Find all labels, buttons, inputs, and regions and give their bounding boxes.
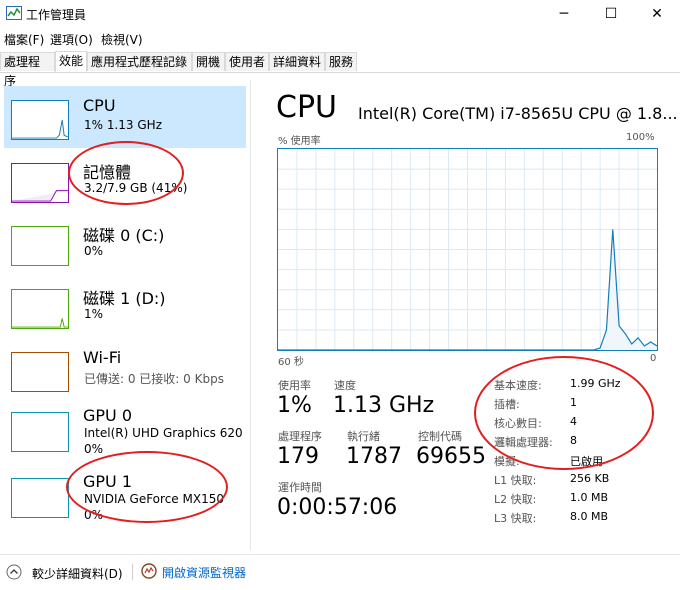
close-button[interactable]: ✕ <box>634 0 680 28</box>
menu-options[interactable]: 選項(O) <box>50 31 93 48</box>
graph-x-left-label: 60 秒 <box>278 357 304 368</box>
usage-value: 1% <box>277 393 312 418</box>
task-manager-icon <box>6 6 22 20</box>
graph-x-right-label: 0 <box>650 353 657 364</box>
cpu-thumbnail-graph <box>11 100 69 140</box>
gpu0-thumbnail-graph <box>11 412 69 452</box>
tab-performance[interactable]: 效能 <box>55 51 87 72</box>
tab-processes[interactable]: 處理程序 <box>0 52 55 88</box>
sidebar-item-title: CPU <box>83 96 116 115</box>
tab-startup[interactable]: 開機 <box>192 52 225 71</box>
sidebar-item-wifi[interactable]: Wi-Fi 已傳送: 0 已接收: 0 Kbps <box>4 338 246 400</box>
tab-app-history[interactable]: 應用程式歷程記錄 <box>87 52 192 71</box>
detail-label-l3-cache: L3 快取: <box>494 512 537 525</box>
page-title: CPU <box>276 90 337 125</box>
minimize-button[interactable]: ─ <box>541 0 587 28</box>
detail-value-l2-cache: 1.0 MB <box>570 491 609 504</box>
graph-y-label: % 使用率 <box>278 136 321 147</box>
sidebar-item-detail: 1% <box>84 307 104 321</box>
processes-label: 處理程序 <box>278 430 322 443</box>
cpu-usage-graph <box>277 148 658 351</box>
sidebar-item-detail: 0% <box>84 244 104 258</box>
resource-monitor-icon <box>141 563 157 579</box>
gpu1-thumbnail-graph <box>11 478 69 518</box>
title-bar: 工作管理員 ─ ☐ ✕ <box>0 0 680 28</box>
memory-thumbnail-graph <box>11 163 69 203</box>
open-resource-monitor-link[interactable]: 開啟資源監視器 <box>162 564 246 581</box>
menu-file[interactable]: 檔案(F) <box>4 31 44 48</box>
sidebar-item-detail: Intel(R) UHD Graphics 620 <box>84 426 243 440</box>
sidebar-item-title: 磁碟 1 (D:) <box>83 289 166 308</box>
wifi-thumbnail-graph <box>11 352 69 392</box>
handles-value: 69655 <box>416 444 486 469</box>
usage-label: 使用率 <box>278 379 311 392</box>
processes-value: 179 <box>277 444 319 469</box>
annotation-circle-gpu1 <box>66 451 228 523</box>
maximize-button[interactable]: ☐ <box>588 0 634 28</box>
sidebar-item-detail: 已傳送: 0 已接收: 0 Kbps <box>84 372 224 386</box>
window-title: 工作管理員 <box>26 8 87 22</box>
cpu-model-name: Intel(R) Core(TM) i7-8565U CPU @ 1.8... <box>358 104 678 123</box>
disk0-thumbnail-graph <box>11 226 69 266</box>
uptime-value: 0:00:57:06 <box>277 495 398 520</box>
sidebar-item-title: Wi-Fi <box>83 348 122 367</box>
sidebar-item-disk0[interactable]: 磁碟 0 (C:) 0% <box>4 212 246 274</box>
graph-y-max-label: 100% <box>626 132 655 143</box>
menu-view[interactable]: 檢視(V) <box>101 31 143 48</box>
tab-services[interactable]: 服務 <box>325 52 357 71</box>
annotation-circle-cpu-details <box>474 356 654 470</box>
footer-divider <box>132 564 133 580</box>
footer-bar: 較少詳細資料(D) 開啟資源監視器 <box>0 554 680 590</box>
sidebar-item-title: 磁碟 0 (C:) <box>83 226 165 245</box>
chevron-up-icon[interactable] <box>6 564 22 580</box>
detail-value-l1-cache: 256 KB <box>570 472 610 485</box>
sidebar-item-title: GPU 0 <box>83 406 133 425</box>
speed-label: 速度 <box>334 379 356 392</box>
detail-value-l3-cache: 8.0 MB <box>570 510 609 523</box>
threads-value: 1787 <box>346 444 402 469</box>
threads-label: 執行緒 <box>347 430 380 443</box>
sidebar-item-disk1[interactable]: 磁碟 1 (D:) 1% <box>4 275 246 337</box>
sidebar-item-usage: 0% <box>84 442 104 456</box>
detail-label-l1-cache: L1 快取: <box>494 474 537 487</box>
uptime-label: 運作時間 <box>278 481 322 494</box>
fewer-details-link[interactable]: 較少詳細資料(D) <box>32 565 123 582</box>
menu-bar: 檔案(F) 選項(O) 檢視(V) <box>0 28 680 48</box>
sidebar-item-detail: 1% 1.13 GHz <box>84 118 163 132</box>
speed-value: 1.13 GHz <box>333 393 435 418</box>
detail-label-l2-cache: L2 快取: <box>494 493 537 506</box>
sidebar-item-cpu[interactable]: CPU 1% 1.13 GHz <box>4 86 246 148</box>
tab-users[interactable]: 使用者 <box>225 52 269 71</box>
disk1-thumbnail-graph <box>11 289 69 329</box>
annotation-circle-memory <box>68 141 184 205</box>
tab-details[interactable]: 詳細資料 <box>269 52 325 71</box>
tab-bar: 處理程序 效能 應用程式歷程記錄 開機 使用者 詳細資料 服務 <box>0 50 680 88</box>
handles-label: 控制代碼 <box>418 430 462 443</box>
